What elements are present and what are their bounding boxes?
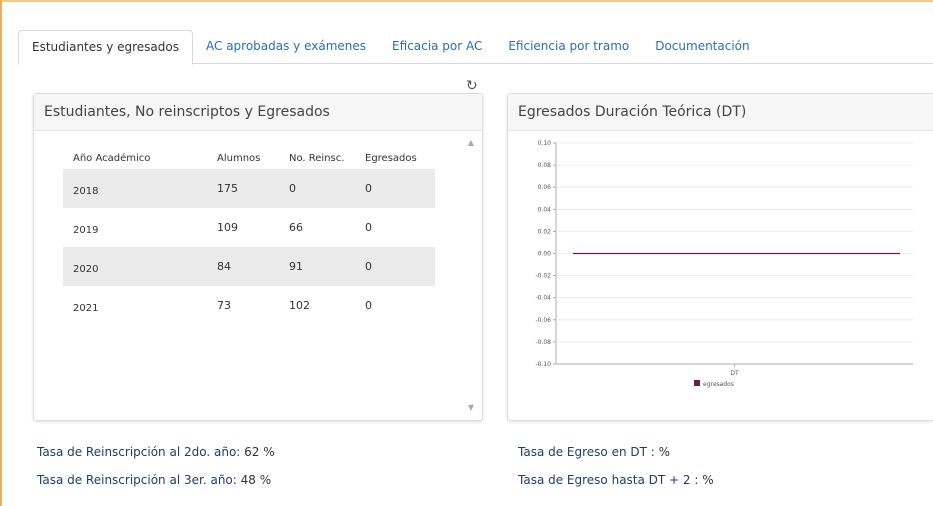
column-header-students: Alumnos bbox=[217, 152, 261, 164]
legend-swatch bbox=[694, 380, 700, 386]
table-row: 2020 84 91 0 bbox=[63, 247, 435, 286]
stat-value: 48 % bbox=[240, 473, 272, 487]
stat-reinsc-3er: Tasa de Reinscripción al 3er. año: 48 % bbox=[37, 473, 271, 487]
stat-label: Tasa de Egreso hasta DT + 2 : bbox=[518, 473, 699, 487]
table-cell: 175 bbox=[207, 169, 279, 208]
table-cell: 73 bbox=[217, 299, 231, 312]
tab-estudiantes-egresados[interactable]: Estudiantes y egresados bbox=[18, 30, 193, 65]
table-cell: 2020 bbox=[63, 247, 207, 286]
table-cell: 102 bbox=[289, 299, 310, 312]
table-row: 2021 73 102 0 bbox=[63, 286, 435, 325]
x-tick-label: DT bbox=[730, 370, 739, 377]
scroll-down-arrow-icon[interactable]: ▼ bbox=[468, 403, 474, 412]
table-cell: 0 bbox=[355, 247, 435, 286]
y-tick-label: -0.10 bbox=[535, 361, 551, 368]
column-header-graduates: Egresados bbox=[365, 152, 417, 164]
column-header-not-reenrolled: No. Reinsc. bbox=[289, 152, 345, 164]
scroll-up-arrow-icon[interactable]: ▲ bbox=[468, 138, 474, 147]
table-cell: 66 bbox=[289, 221, 303, 234]
stat-value: 62 % bbox=[244, 445, 275, 459]
table-row: 2019 109 66 0 bbox=[63, 208, 435, 247]
stat-label: Tasa de Reinscripción al 2do. año: bbox=[37, 445, 241, 459]
students-panel: Estudiantes, No reinscriptos y Egresados… bbox=[33, 93, 483, 421]
table-cell: 109 bbox=[217, 221, 238, 234]
top-accent-line bbox=[0, 0, 933, 2]
table-cell: 0 bbox=[365, 221, 372, 234]
y-tick-label: -0.04 bbox=[535, 295, 551, 302]
y-tick-label: -0.06 bbox=[535, 317, 551, 324]
y-tick-label: -0.02 bbox=[535, 273, 551, 280]
graduates-chart-title: Egresados Duración Teórica (DT) bbox=[508, 94, 933, 131]
table-cell: 2018 bbox=[63, 169, 207, 208]
y-tick-label: 0.04 bbox=[538, 206, 552, 213]
stat-value: % bbox=[658, 445, 671, 459]
refresh-icon[interactable]: ↻ bbox=[466, 78, 478, 94]
y-tick-label: 0.02 bbox=[538, 228, 552, 235]
stat-label: Tasa de Egreso en DT : bbox=[518, 445, 655, 459]
tab-ac-aprobadas[interactable]: AC aprobadas y exámenes bbox=[193, 30, 379, 63]
table-cell: 84 bbox=[207, 247, 279, 286]
y-tick-label: 0.08 bbox=[538, 162, 552, 169]
table-row: 2018 175 0 0 bbox=[63, 169, 435, 208]
stat-egreso-dt2: Tasa de Egreso hasta DT + 2 : % bbox=[518, 473, 714, 487]
column-header-year: Año Académico bbox=[73, 152, 151, 164]
tab-eficiencia-tramo[interactable]: Eficiencia por tramo bbox=[495, 30, 642, 63]
left-accent-line bbox=[0, 0, 2, 506]
graduates-chart: 0.10 0.08 0.06 0.04 0.02 0.00 -0.02 -0.04 -0.06 -… bbox=[535, 140, 913, 388]
stat-value: % bbox=[702, 473, 714, 487]
y-tick-label: -0.08 bbox=[535, 339, 551, 346]
table-cell: 91 bbox=[279, 247, 355, 286]
stat-reinsc-2do: Tasa de Reinscripción al 2do. año: 62 % bbox=[37, 445, 275, 459]
y-tick-label: 0.10 bbox=[538, 140, 552, 147]
tab-documentacion[interactable]: Documentación bbox=[642, 30, 762, 63]
tab-eficacia-ac[interactable]: Eficacia por AC bbox=[379, 30, 495, 63]
stat-label: Tasa de Reinscripción al 3er. año: bbox=[37, 473, 237, 487]
y-tick-label: 0.00 bbox=[538, 251, 552, 258]
table-cell: 0 bbox=[365, 299, 372, 312]
table-cell: 0 bbox=[355, 169, 435, 208]
stat-egreso-dt: Tasa de Egreso en DT : % bbox=[518, 445, 670, 459]
table-cell: 0 bbox=[279, 169, 355, 208]
graduates-chart-panel: Egresados Duración Teórica (DT) 0.10 0.08… bbox=[507, 93, 933, 421]
students-panel-title: Estudiantes, No reinscriptos y Egresados bbox=[34, 94, 482, 131]
legend-label: egresados bbox=[703, 381, 734, 388]
students-table: Año Académico Alumnos No. Reinsc. Egresa… bbox=[63, 147, 435, 325]
y-tick-label: 0.06 bbox=[538, 184, 552, 191]
table-cell: 2021 bbox=[73, 303, 99, 314]
table-cell: 2019 bbox=[73, 225, 99, 236]
table-header-row: Año Académico Alumnos No. Reinsc. Egresa… bbox=[63, 147, 435, 169]
tab-bar: Estudiantes y egresados AC aprobadas y e… bbox=[18, 30, 763, 65]
